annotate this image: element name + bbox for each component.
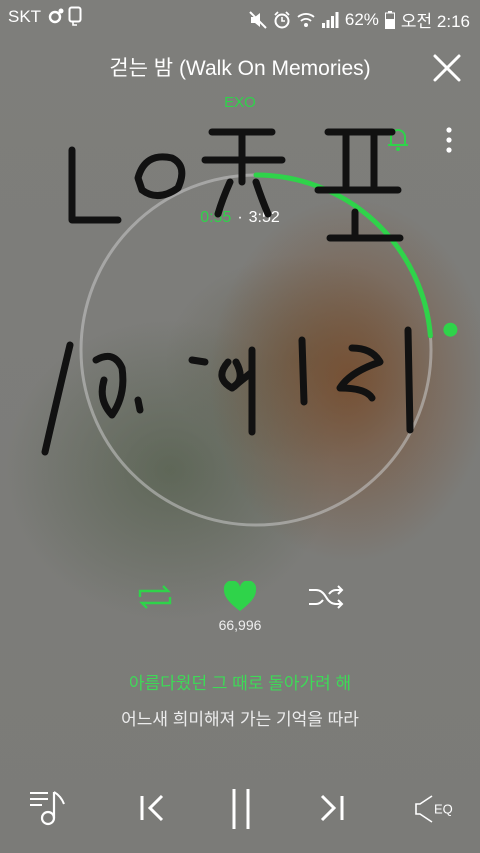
heart-icon <box>223 580 257 611</box>
next-icon <box>320 794 344 822</box>
lyric-next-line[interactable]: 어느새 희미해져 가는 기억을 따라 <box>0 705 480 730</box>
playback-options <box>0 580 480 616</box>
like-button[interactable] <box>222 580 258 618</box>
eq-label: EQ <box>434 801 453 817</box>
pause-icon <box>232 789 250 829</box>
playlist-button[interactable] <box>28 788 68 828</box>
playlist-icon <box>30 791 65 826</box>
repeat-icon <box>138 585 172 609</box>
shuffle-icon <box>309 585 344 609</box>
pause-button[interactable] <box>228 786 254 832</box>
like-count: 66,996 <box>218 617 262 633</box>
shuffle-button[interactable] <box>307 583 345 616</box>
eq-button[interactable]: EQ <box>414 794 453 834</box>
eq-icon <box>415 795 433 823</box>
repeat-button[interactable] <box>136 583 174 616</box>
lyric-current-line[interactable]: 아름다웠던 그 때로 돌아가려 해 <box>0 669 480 694</box>
previous-button[interactable] <box>138 788 168 828</box>
previous-icon <box>140 794 164 822</box>
next-button[interactable] <box>316 788 346 828</box>
